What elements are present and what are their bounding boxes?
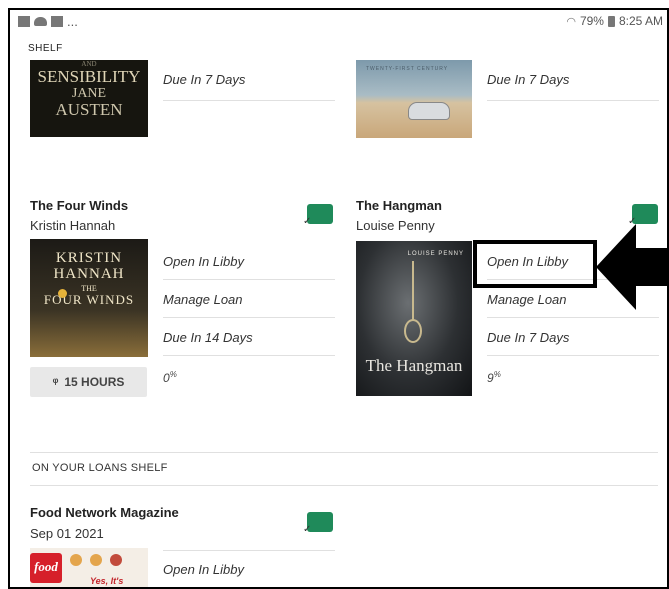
book-cover-sense-and-sensibility[interactable]: AND SENSIBILITY JANE AUSTEN bbox=[30, 60, 148, 137]
book-title[interactable]: The Hangman bbox=[356, 198, 442, 213]
manage-loan-link[interactable]: Manage Loan bbox=[163, 292, 243, 307]
sync-badge-icon: ✓ bbox=[628, 204, 658, 227]
reading-progress: 9% bbox=[487, 370, 501, 385]
status-bar: ... ◠ 79% 8:25 AM bbox=[10, 10, 667, 38]
audiobook-duration-button[interactable]: ᵠ 15 HOURS bbox=[30, 367, 147, 397]
flipboard-notification-icon bbox=[51, 16, 63, 27]
book-author: Kristin Hannah bbox=[30, 218, 116, 233]
book-cover-four-winds[interactable]: KRISTIN HANNAH THE FOUR WINDS bbox=[30, 239, 148, 357]
due-date-text: Due In 7 Days bbox=[487, 72, 570, 87]
battery-icon bbox=[607, 15, 615, 27]
sync-badge-icon: ✓ bbox=[303, 512, 333, 535]
book-cover-hangman[interactable]: LOUISE PENNY The Hangman bbox=[356, 241, 472, 396]
due-date-text: Due In 7 Days bbox=[487, 330, 570, 345]
headphones-icon: ᵠ bbox=[52, 375, 59, 389]
magazine-cover-food-network[interactable]: food Yes, It's bbox=[30, 548, 148, 587]
shelf-header: SHELF bbox=[28, 43, 63, 54]
pointer-arrow-icon bbox=[596, 224, 667, 310]
reading-progress: 0% bbox=[163, 370, 177, 385]
clock: 8:25 AM bbox=[618, 14, 663, 28]
open-in-libby-link[interactable]: Open In Libby bbox=[163, 562, 244, 577]
book-author: Louise Penny bbox=[356, 218, 435, 233]
wifi-icon: ◠ bbox=[566, 15, 576, 28]
book-title[interactable]: The Four Winds bbox=[30, 198, 128, 213]
sun-illustration bbox=[58, 289, 67, 298]
open-in-libby-link[interactable]: Open In Libby bbox=[163, 254, 244, 269]
noose-illustration bbox=[404, 319, 422, 343]
divider bbox=[487, 100, 659, 101]
device-screen: ... ◠ 79% 8:25 AM SHELF AND SENSIBILITY … bbox=[8, 8, 669, 589]
divider bbox=[163, 100, 335, 101]
image-notification-icon bbox=[18, 16, 30, 27]
manage-loan-link[interactable]: Manage Loan bbox=[487, 292, 567, 307]
trailer-illustration bbox=[408, 102, 450, 120]
due-date-text: Due In 14 Days bbox=[163, 330, 253, 345]
rope-illustration bbox=[412, 261, 414, 321]
sync-badge-icon: ✓ bbox=[303, 204, 333, 227]
battery-percent: 79% bbox=[579, 14, 604, 28]
book-cover-trailer[interactable]: TWENTY-FIRST CENTURY bbox=[356, 60, 472, 138]
magazine-title[interactable]: Food Network Magazine bbox=[30, 505, 179, 520]
due-date-text: Due In 7 Days bbox=[163, 72, 246, 87]
loans-shelf-header: ON YOUR LOANS SHELF bbox=[32, 462, 168, 474]
highlight-box bbox=[473, 240, 597, 288]
magazine-date: Sep 01 2021 bbox=[30, 526, 104, 541]
cloud-notification-icon bbox=[34, 17, 47, 26]
more-notifications: ... bbox=[67, 14, 78, 29]
